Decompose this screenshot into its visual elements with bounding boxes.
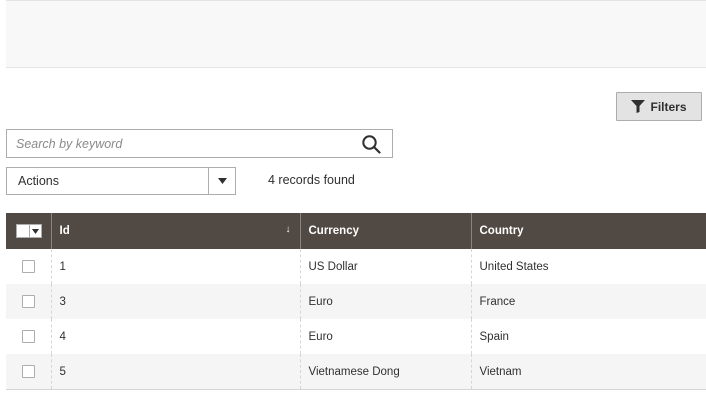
row-checkbox[interactable]: [22, 260, 35, 273]
mass-select-checkbox[interactable]: [17, 225, 30, 237]
cell-currency: US Dollar: [299, 249, 471, 284]
cell-currency: Vietnamese Dong: [299, 354, 471, 389]
table-row: 5 Vietnamese Dong Vietnam: [6, 354, 706, 389]
column-header-country[interactable]: Country: [470, 213, 706, 249]
page-header-band: [6, 0, 706, 68]
row-checkbox[interactable]: [22, 295, 35, 308]
cell-country: France: [470, 284, 706, 319]
cell-country: Spain: [470, 319, 706, 354]
cell-country: United States: [470, 249, 706, 284]
caret-down-icon[interactable]: [208, 168, 235, 194]
table-row: 1 US Dollar United States: [6, 249, 706, 284]
search-input[interactable]: [7, 130, 347, 157]
column-header-country-label: Country: [479, 225, 524, 237]
cell-currency: Euro: [299, 319, 471, 354]
row-checkbox[interactable]: [22, 330, 35, 343]
column-header-currency-label: Currency: [308, 225, 360, 237]
mass-select-column: [6, 213, 51, 249]
actions-dropdown[interactable]: Actions: [6, 167, 236, 195]
row-checkbox[interactable]: [22, 365, 35, 378]
table-row: 4 Euro Spain: [6, 319, 706, 354]
sort-arrow-icon: ↓: [285, 224, 291, 235]
cell-id: 3: [50, 284, 300, 319]
cell-id: 4: [50, 319, 300, 354]
filters-label: Filters: [650, 99, 687, 114]
cell-country: Vietnam: [470, 354, 706, 389]
mass-select-dropdown[interactable]: [16, 224, 42, 238]
grid-header-row: Id ↓ Currency Country: [6, 213, 706, 249]
search-box: [6, 129, 393, 158]
caret-down-icon[interactable]: [30, 228, 41, 234]
table-bottom-border: [6, 389, 706, 390]
records-count: 4 records found: [268, 173, 355, 187]
filters-button[interactable]: Filters: [616, 92, 702, 121]
column-header-id[interactable]: Id ↓: [50, 213, 300, 249]
cell-currency: Euro: [299, 284, 471, 319]
funnel-icon: [631, 100, 646, 113]
actions-label: Actions: [18, 174, 59, 188]
cell-id: 5: [50, 354, 300, 389]
data-grid: Id ↓ Currency Country 1 US Dollar United…: [6, 213, 706, 389]
column-header-currency[interactable]: Currency: [299, 213, 471, 249]
table-row: 3 Euro France: [6, 284, 706, 319]
cell-id: 1: [50, 249, 300, 284]
column-header-id-label: Id: [59, 225, 70, 237]
search-icon[interactable]: [361, 134, 383, 154]
